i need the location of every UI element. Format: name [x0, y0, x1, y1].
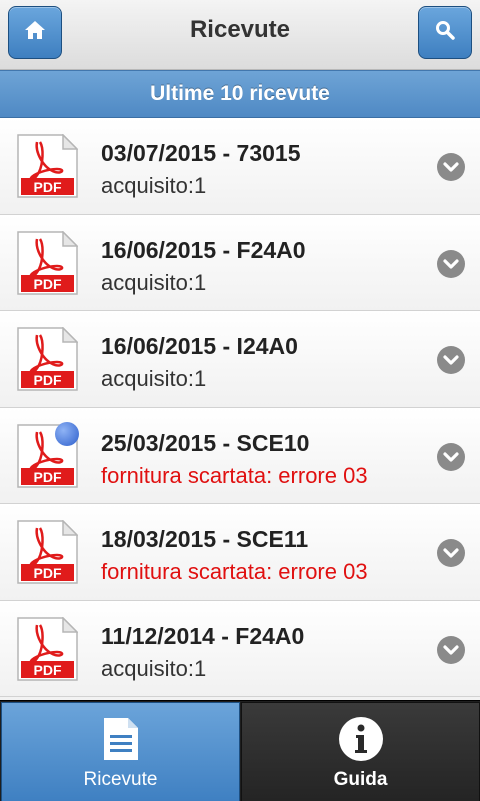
- item-status: fornitura scartata: errore 03: [101, 559, 368, 584]
- pdf-badge-text: PDF: [34, 372, 62, 388]
- pdf-file-icon: PDF: [17, 134, 78, 198]
- list-item[interactable]: PDF 25/03/2015 - SCE10 fornitura scartata:…: [0, 407, 480, 504]
- pdf-badge-text: PDF: [34, 469, 62, 485]
- list-item[interactable]: PDF 16/06/2015 - I24A0 acquisito:1: [0, 311, 480, 408]
- pdf-file-icon: PDF: [17, 616, 78, 681]
- item-title: 25/03/2015 - SCE10: [101, 429, 310, 456]
- receipts-list: PDF 03/07/2015 - 73015 acquisito:1 PDF 16/06…: [0, 118, 480, 700]
- tab-ricevute-label: Ricevute: [83, 769, 158, 790]
- header-bar: Ricevute: [0, 0, 480, 70]
- search-button[interactable]: [418, 6, 472, 59]
- pdf-badge-text: PDF: [34, 179, 62, 195]
- pdf-file-icon: PDF: [17, 520, 78, 584]
- expand-chevron-icon[interactable]: [437, 635, 465, 664]
- pdf-file-icon: PDF: [17, 327, 78, 391]
- page-title: Ricevute: [189, 16, 291, 43]
- list-item[interactable]: PDF 16/06/2015 - F24A0 acquisito:1: [0, 214, 480, 311]
- expand-chevron-icon[interactable]: [437, 153, 465, 181]
- expand-chevron-icon[interactable]: [437, 442, 465, 471]
- item-title: 11/12/2014 - F24A0: [101, 622, 305, 649]
- item-status: acquisito:1: [101, 173, 207, 198]
- list-item[interactable]: PDF 11/12/2014 - F24A0 acquisito:1: [0, 600, 480, 697]
- expand-chevron-icon[interactable]: [437, 539, 465, 567]
- item-status: acquisito:1: [101, 269, 207, 295]
- list-header-banner: Ultime 10 ricevute: [0, 70, 480, 118]
- item-title: 16/06/2015 - I24A0: [101, 333, 298, 359]
- item-title: 16/06/2015 - F24A0: [101, 236, 306, 263]
- pdf-badge-text: PDF: [34, 662, 62, 678]
- info-icon: [337, 715, 385, 763]
- list-item[interactable]: PDF 03/07/2015 - 73015 acquisito:1: [0, 118, 480, 215]
- list-item[interactable]: PDF 18/03/2015 - SCE11 fornitura scartata:…: [0, 504, 480, 601]
- tab-guida-label: Guida: [333, 769, 388, 790]
- new-indicator-dot: [55, 421, 79, 446]
- expand-chevron-icon[interactable]: [437, 346, 465, 374]
- pdf-badge-text: PDF: [34, 565, 62, 581]
- tab-bar: Ricevute Guida: [0, 700, 480, 801]
- item-status: acquisito:1: [101, 366, 207, 391]
- tab-ricevute[interactable]: Ricevute: [1, 702, 240, 801]
- expand-chevron-icon[interactable]: [437, 249, 465, 278]
- tab-guida[interactable]: Guida: [241, 702, 480, 801]
- item-title: 18/03/2015 - SCE11: [101, 526, 309, 552]
- pdf-badge-text: PDF: [34, 276, 62, 292]
- item-status: acquisito:1: [101, 655, 207, 681]
- document-icon: [97, 715, 145, 763]
- pdf-file-icon: PDF: [17, 230, 78, 295]
- item-title: 03/07/2015 - 73015: [101, 140, 301, 166]
- search-icon: [435, 20, 455, 45]
- item-status: fornitura scartata: errore 03: [101, 462, 368, 488]
